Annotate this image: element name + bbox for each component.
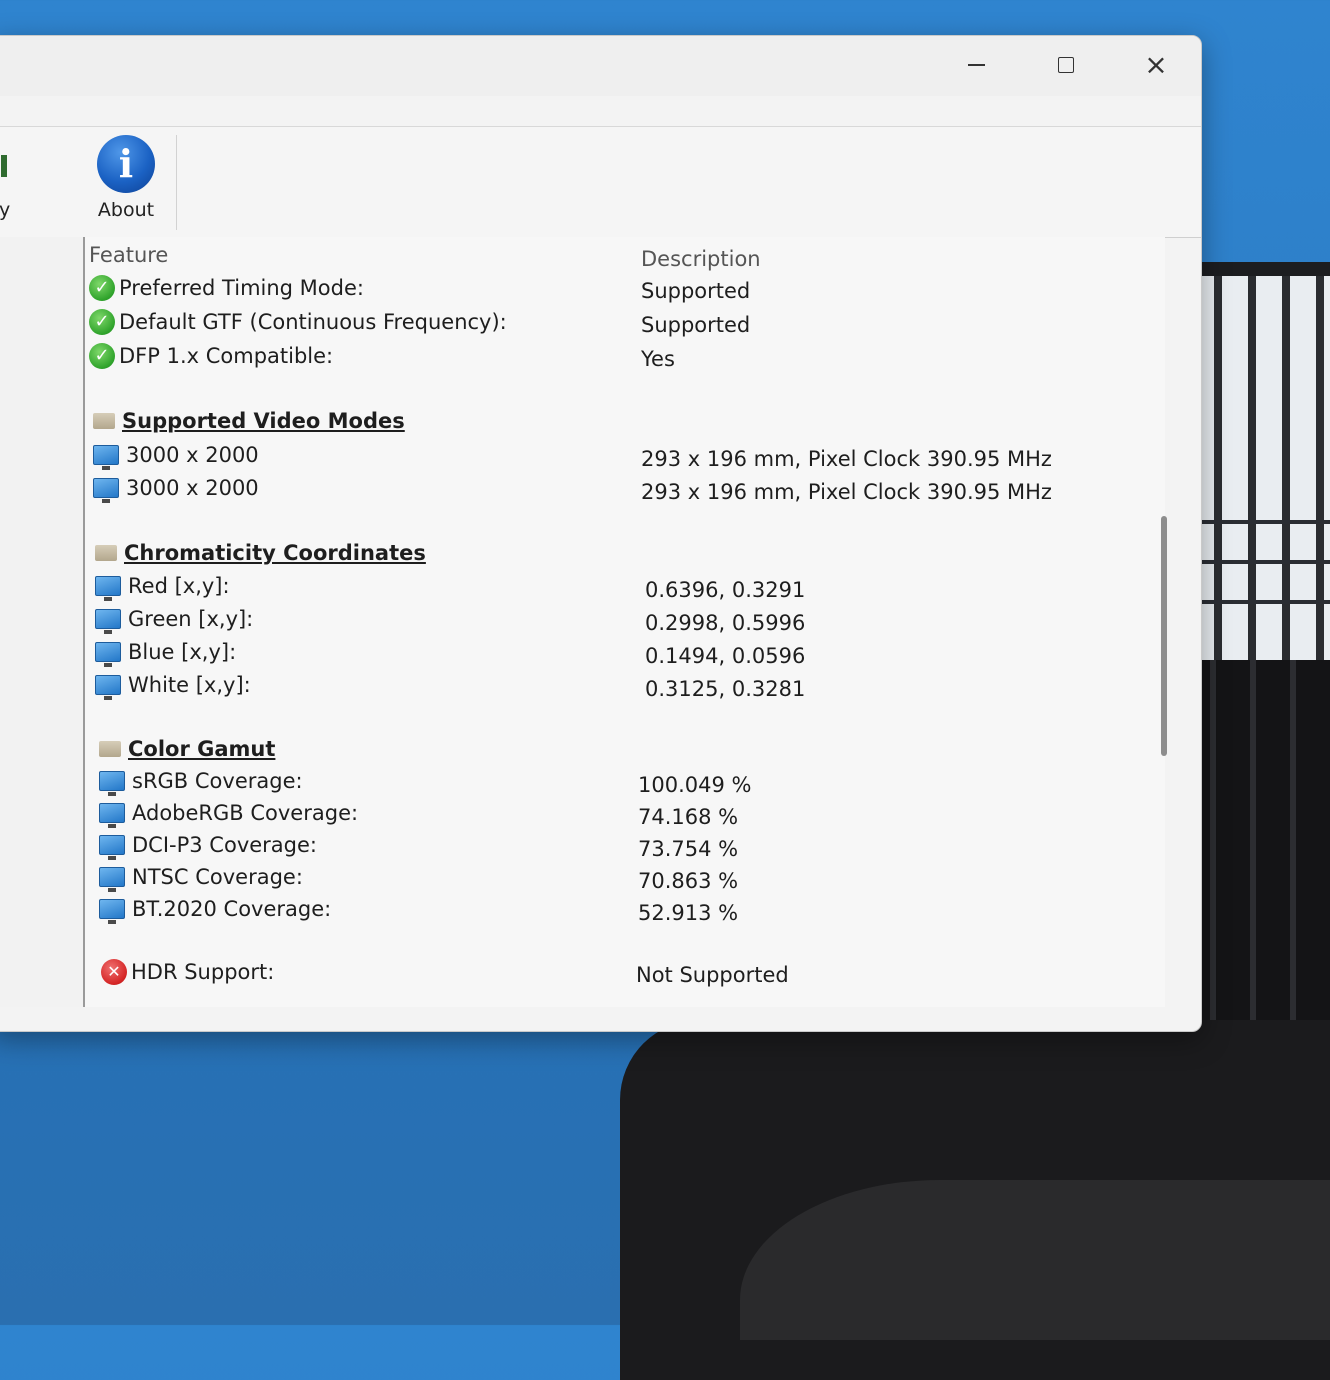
lighthouse-rail (1180, 600, 1330, 604)
check-circle-icon: ✓ (89, 343, 115, 369)
chromaticity-label: Red [x,y]: (128, 574, 230, 598)
chromaticity-label: White [x,y]: (128, 673, 251, 697)
title-bar: × (0, 36, 1201, 96)
section-header-color-gamut[interactable]: Color Gamut (85, 737, 1165, 767)
monitor-icon (93, 445, 119, 470)
gamut-value: 52.913 % (638, 901, 739, 925)
list-item[interactable]: Blue [x,y]: 0.1494, 0.0596 (85, 640, 1165, 670)
monitor-icon (95, 642, 121, 667)
gamut-label: NTSC Coverage: (132, 865, 303, 889)
info-icon: i (97, 135, 155, 193)
gamut-value: 70.863 % (638, 869, 739, 893)
chromaticity-label: Green [x,y]: (128, 607, 254, 631)
maximize-button[interactable] (1036, 48, 1096, 82)
section-title: Chromaticity Coordinates (124, 541, 426, 565)
list-header: Feature Description (85, 243, 1165, 273)
feature-value: Supported (641, 313, 751, 337)
section-title: Color Gamut (128, 737, 276, 761)
list-item[interactable]: 3000 x 2000 293 x 196 mm, Pixel Clock 39… (85, 443, 1165, 473)
monitor-icon (99, 899, 125, 924)
monitor-icon (95, 675, 121, 700)
close-icon: × (1144, 48, 1168, 81)
toolbar-item-previous[interactable]: y (0, 127, 11, 237)
maximize-icon (1058, 57, 1074, 73)
list-item[interactable]: Green [x,y]: 0.2998, 0.5996 (85, 607, 1165, 637)
list-item[interactable]: ✓ Preferred Timing Mode: Supported (85, 275, 1165, 305)
monitor-icon (95, 609, 121, 634)
feature-label: Preferred Timing Mode: (119, 276, 364, 300)
gamut-label: AdobeRGB Coverage: (132, 801, 359, 825)
monitor-icon (99, 771, 125, 796)
feature-value: Yes (641, 347, 675, 371)
chromaticity-value: 0.2998, 0.5996 (645, 611, 806, 635)
gamut-value: 74.168 % (638, 805, 739, 829)
list-item[interactable]: ✕ HDR Support: Not Supported (85, 959, 1165, 989)
minimize-icon (967, 64, 985, 66)
monitor-icon (99, 867, 125, 892)
list-item[interactable]: sRGB Coverage: 100.049 % (85, 769, 1165, 799)
gamut-value: 100.049 % (638, 773, 752, 797)
column-header-feature[interactable]: Feature (89, 243, 168, 267)
feature-list: Feature Description ✓ Preferred Timing Mo… (85, 237, 1165, 1007)
minimize-button[interactable] (946, 48, 1006, 82)
video-mode-value: 293 x 196 mm, Pixel Clock 390.95 MHz (641, 480, 1052, 504)
list-item[interactable]: DCI-P3 Coverage: 73.754 % (85, 833, 1165, 863)
lighthouse-lantern (1188, 262, 1330, 676)
feature-label: Default GTF (Continuous Frequency): (119, 310, 507, 334)
about-label: About (97, 199, 155, 221)
gamut-label: sRGB Coverage: (132, 769, 303, 793)
check-circle-icon: ✓ (89, 309, 115, 335)
gamut-value: 73.754 % (638, 837, 739, 861)
list-item[interactable]: White [x,y]: 0.3125, 0.3281 (85, 673, 1165, 703)
list-item[interactable]: ✓ Default GTF (Continuous Frequency): Sup… (85, 309, 1165, 339)
gamut-label: BT.2020 Coverage: (132, 897, 332, 921)
chromaticity-value: 0.3125, 0.3281 (645, 677, 806, 701)
video-mode-label: 3000 x 2000 (126, 443, 259, 467)
previous-tool-label: y (0, 199, 11, 221)
vertical-scrollbar[interactable] (1161, 516, 1167, 756)
folder-icon (95, 545, 117, 561)
folder-icon (99, 741, 121, 757)
list-item[interactable]: Red [x,y]: 0.6396, 0.3291 (85, 574, 1165, 604)
toolbar: y i About (0, 126, 1201, 238)
folder-icon (93, 413, 115, 429)
section-title: Supported Video Modes (122, 409, 405, 433)
x-circle-icon: ✕ (101, 959, 127, 985)
hdr-value: Not Supported (636, 963, 789, 987)
gamut-label: DCI-P3 Coverage: (132, 833, 317, 857)
list-item[interactable]: AdobeRGB Coverage: 74.168 % (85, 801, 1165, 831)
list-item[interactable]: BT.2020 Coverage: 52.913 % (85, 897, 1165, 927)
close-button[interactable]: × (1126, 48, 1186, 82)
feature-label: DFP 1.x Compatible: (119, 344, 334, 368)
list-item[interactable]: ✓ DFP 1.x Compatible: Yes (85, 343, 1165, 373)
monitor-icon (99, 803, 125, 828)
lighthouse-base-lower (740, 1180, 1330, 1340)
left-panel (0, 237, 85, 1007)
monitor-icon (99, 835, 125, 860)
about-button[interactable]: i About (76, 135, 177, 230)
feature-value: Supported (641, 279, 751, 303)
video-mode-label: 3000 x 2000 (126, 476, 259, 500)
list-item[interactable]: 3000 x 2000 293 x 196 mm, Pixel Clock 39… (85, 476, 1165, 506)
check-circle-icon: ✓ (89, 275, 115, 301)
previous-tool-icon (1, 155, 7, 177)
chromaticity-value: 0.1494, 0.0596 (645, 644, 806, 668)
app-window: × y i About Feature Description ✓ Preferr… (0, 35, 1202, 1032)
monitor-icon (93, 478, 119, 503)
hdr-label: HDR Support: (131, 960, 275, 984)
list-item[interactable]: NTSC Coverage: 70.863 % (85, 865, 1165, 895)
chromaticity-value: 0.6396, 0.3291 (645, 578, 806, 602)
lighthouse-rail (1180, 560, 1330, 564)
lighthouse-rail (1180, 520, 1330, 524)
section-header-chromaticity[interactable]: Chromaticity Coordinates (85, 541, 1165, 571)
section-header-video-modes[interactable]: Supported Video Modes (85, 409, 1165, 439)
column-header-description[interactable]: Description (641, 247, 761, 271)
chromaticity-label: Blue [x,y]: (128, 640, 237, 664)
video-mode-value: 293 x 196 mm, Pixel Clock 390.95 MHz (641, 447, 1052, 471)
monitor-icon (95, 576, 121, 601)
